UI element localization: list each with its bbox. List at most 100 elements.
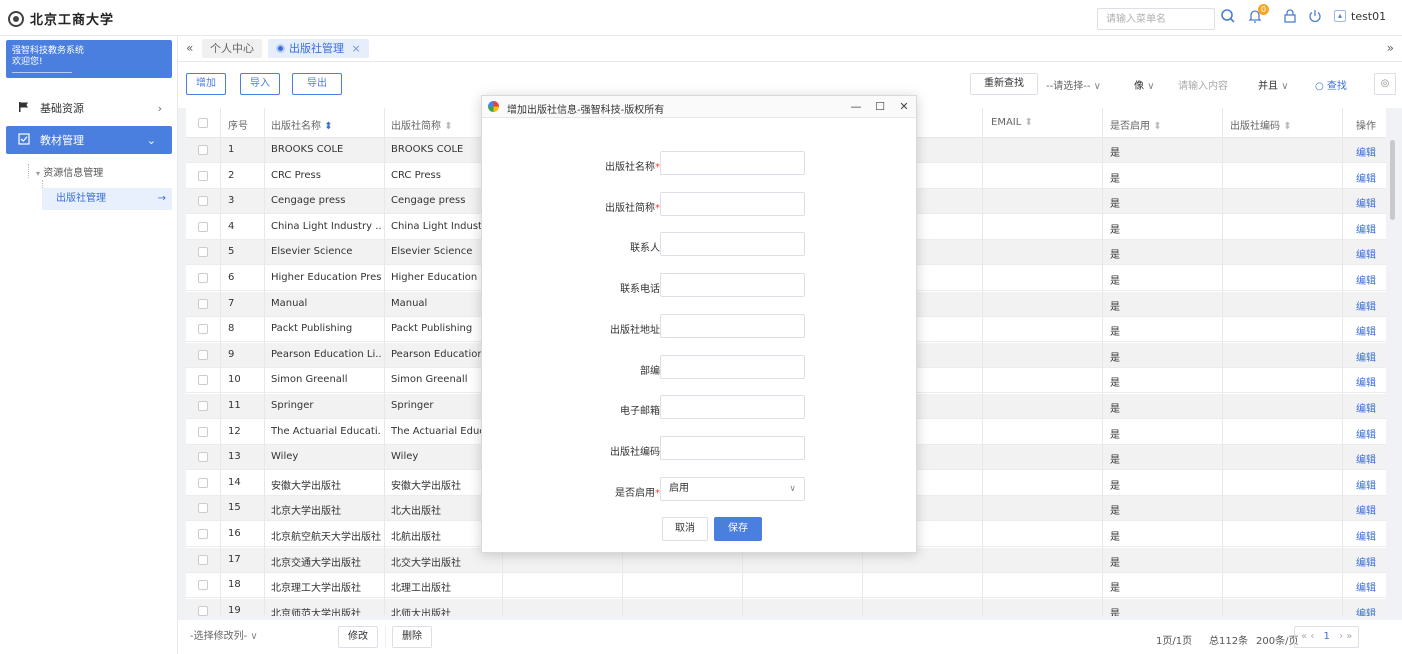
tab-publisher-management[interactable]: 出版社管理 × [268, 39, 369, 58]
header-code[interactable]: 出版社编码 ⬍ [1230, 117, 1292, 132]
form-input[interactable] [660, 232, 805, 257]
user-avatar-icon[interactable]: ▴ [1334, 10, 1346, 22]
row-checkbox[interactable] [198, 503, 208, 514]
maximize-icon[interactable]: ☐ [872, 99, 888, 115]
row-checkbox[interactable] [198, 247, 208, 258]
table-row[interactable]: 18 北京理工大学出版社 北理工出版社 是 编辑 [186, 573, 1386, 599]
first-page-icon[interactable]: « [1301, 631, 1307, 642]
search-icon[interactable] [1219, 8, 1237, 26]
reset-search-button[interactable]: 重新查找 [970, 73, 1038, 95]
prev-page-icon[interactable]: ‹ [1310, 631, 1314, 642]
form-input[interactable] [660, 273, 805, 298]
power-icon[interactable] [1306, 8, 1324, 26]
row-checkbox[interactable] [198, 324, 208, 335]
minimize-icon[interactable]: — [848, 99, 864, 115]
form-input[interactable] [660, 395, 805, 420]
search-content-input[interactable]: 请输入内容 [1178, 77, 1228, 92]
edit-link[interactable]: 编辑 [1356, 451, 1376, 466]
row-checkbox[interactable] [198, 298, 208, 309]
cell-name: Packt Publishing [271, 323, 353, 335]
sidebar-subgroup-resource-info[interactable]: ▾ 资源信息管理 [36, 164, 103, 179]
modify-button[interactable]: 修改 [338, 626, 378, 648]
row-checkbox[interactable] [198, 375, 208, 386]
save-button[interactable]: 保存 [714, 517, 762, 541]
edit-link[interactable]: 编辑 [1356, 170, 1376, 185]
operator-select-dropdown[interactable]: 像 ∨ [1134, 77, 1155, 92]
last-page-icon[interactable]: » [1346, 631, 1352, 642]
form-input[interactable] [660, 435, 805, 460]
row-checkbox[interactable] [198, 580, 208, 591]
row-checkbox[interactable] [198, 605, 208, 616]
edit-link[interactable]: 编辑 [1356, 374, 1376, 389]
export-button[interactable]: 导出 [292, 73, 342, 95]
search-button[interactable]: ○ 查找 [1315, 77, 1347, 92]
dialog-titlebar[interactable]: 增加出版社信息-强智科技-版权所有 — ☐ ✕ [482, 96, 916, 118]
row-checkbox[interactable] [198, 401, 208, 411]
header-enabled[interactable]: 是否启用 ⬍ [1110, 117, 1162, 132]
row-checkbox[interactable] [198, 477, 208, 488]
row-checkbox[interactable] [198, 426, 208, 437]
edit-link[interactable]: 编辑 [1356, 477, 1376, 492]
logic-select-dropdown[interactable]: 并且 ∨ [1258, 77, 1289, 92]
header-short[interactable]: 出版社简称 ⬍ [391, 117, 453, 132]
form-input[interactable] [660, 313, 805, 338]
import-button[interactable]: 导入 [240, 73, 280, 95]
close-tab-icon[interactable]: × [352, 42, 361, 55]
row-checkbox[interactable] [198, 196, 208, 207]
edit-link[interactable]: 编辑 [1356, 144, 1376, 159]
field-select-dropdown[interactable]: --请选择-- ∨ [1046, 77, 1101, 92]
form-input[interactable] [660, 191, 805, 216]
current-page[interactable]: 1 [1324, 631, 1330, 642]
edit-link[interactable]: 编辑 [1356, 221, 1376, 236]
header-email[interactable]: EMAIL ⬍ [991, 117, 1033, 128]
sidebar-item-textbook-management[interactable]: 教材管理 ⌄ [6, 126, 172, 154]
header-name[interactable]: 出版社名称 ⬍ [271, 117, 333, 132]
edit-link[interactable]: 编辑 [1356, 349, 1376, 364]
row-checkbox[interactable] [198, 554, 208, 565]
menu-search-input[interactable] [1097, 8, 1215, 30]
add-button[interactable]: 增加 [186, 73, 226, 95]
row-checkbox[interactable] [198, 221, 208, 232]
edit-link[interactable]: 编辑 [1356, 502, 1376, 517]
form-label: 联系电话 [620, 284, 660, 296]
edit-link[interactable]: 编辑 [1356, 528, 1376, 543]
edit-link[interactable]: 编辑 [1356, 323, 1376, 338]
edit-link[interactable]: 编辑 [1356, 400, 1376, 415]
per-page-select[interactable]: 200条/页 [1256, 632, 1298, 647]
table-row[interactable]: 19 北京师范大学出版社 北师大出版社 是 编辑 [186, 598, 1386, 616]
next-page-icon[interactable]: › [1339, 631, 1343, 642]
row-checkbox[interactable] [198, 145, 208, 155]
username[interactable]: test01 [1351, 10, 1386, 23]
edit-link[interactable]: 编辑 [1356, 426, 1376, 441]
form-input[interactable] [660, 151, 805, 175]
pagination[interactable]: « ‹ 1 › » [1294, 626, 1360, 648]
edit-link[interactable]: 编辑 [1356, 298, 1376, 313]
sidebar-item-publisher-management[interactable]: 出版社管理 → [42, 188, 172, 210]
edit-link[interactable]: 编辑 [1356, 195, 1376, 210]
edit-link[interactable]: 编辑 [1356, 554, 1376, 569]
close-icon[interactable]: ✕ [896, 99, 912, 115]
edit-link[interactable]: 编辑 [1356, 272, 1376, 287]
settings-gear-icon[interactable]: ◎ [1374, 73, 1396, 95]
form-input[interactable] [660, 354, 805, 379]
select-all-checkbox[interactable] [198, 118, 208, 128]
row-checkbox[interactable] [198, 349, 208, 360]
tab-personal-center[interactable]: 个人中心 [202, 39, 262, 58]
edit-link[interactable]: 编辑 [1356, 605, 1376, 616]
edit-link[interactable]: 编辑 [1356, 246, 1376, 261]
row-checkbox[interactable] [198, 170, 208, 181]
cell-no: 16 [228, 528, 241, 539]
university-logo[interactable]: 北京工商大学 [8, 9, 114, 28]
delete-button[interactable]: 删除 [392, 626, 432, 648]
row-checkbox[interactable] [198, 452, 208, 463]
row-checkbox[interactable] [198, 273, 208, 283]
table-scrollbar[interactable] [1390, 140, 1395, 220]
row-checkbox[interactable] [198, 529, 208, 539]
tabs-scroll-left-icon[interactable]: « [186, 41, 193, 55]
lock-icon[interactable] [1281, 8, 1299, 26]
tabs-scroll-right-icon[interactable]: » [1387, 41, 1394, 55]
enabled-select[interactable]: 启用 ∨ [660, 477, 805, 501]
cancel-button[interactable]: 取消 [662, 517, 708, 541]
edit-link[interactable]: 编辑 [1356, 579, 1376, 594]
sidebar-item-basic-resources[interactable]: 基础资源 › [0, 94, 178, 122]
